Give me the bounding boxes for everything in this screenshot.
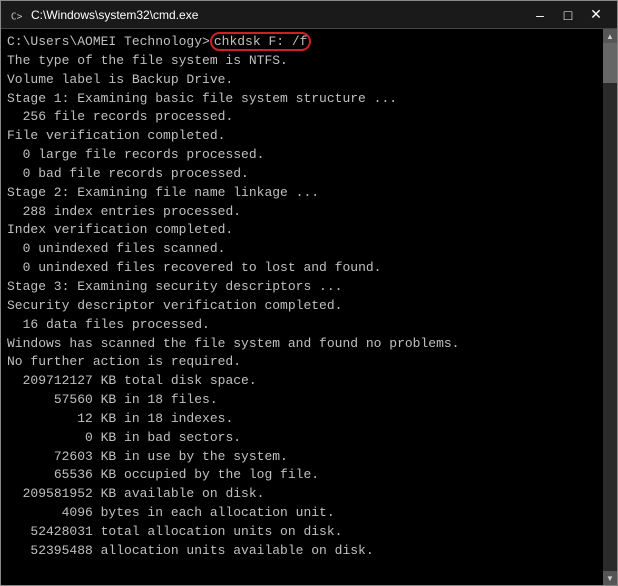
terminal-line: Stage 1: Examining basic file system str…	[7, 90, 597, 109]
title-bar: C> C:\Windows\system32\cmd.exe – □ ✕	[1, 1, 617, 29]
terminal-line: 57560 KB in 18 files.	[7, 391, 597, 410]
cmd-icon: C>	[9, 7, 25, 23]
terminal-line: 209712127 KB total disk space.	[7, 372, 597, 391]
scrollbar-thumb[interactable]	[603, 43, 617, 83]
terminal-line: 0 KB in bad sectors.	[7, 429, 597, 448]
terminal-line: No further action is required.	[7, 353, 597, 372]
terminal-line: File verification completed.	[7, 127, 597, 146]
scroll-down-button[interactable]: ▼	[603, 571, 617, 585]
terminal-line: 65536 KB occupied by the log file.	[7, 466, 597, 485]
terminal-line: 12 KB in 18 indexes.	[7, 410, 597, 429]
command-text: chkdsk F: /f	[210, 32, 312, 51]
maximize-button[interactable]: □	[555, 5, 581, 25]
prompt-text: C:\Users\AOMEI Technology>	[7, 34, 210, 49]
minimize-button[interactable]: –	[527, 5, 553, 25]
terminal-line: 52395488 allocation units available on d…	[7, 542, 597, 561]
terminal-line: Volume label is Backup Drive.	[7, 71, 597, 90]
svg-text:C>: C>	[11, 11, 23, 22]
terminal-line: Security descriptor verification complet…	[7, 297, 597, 316]
close-button[interactable]: ✕	[583, 5, 609, 25]
terminal-line: Stage 2: Examining file name linkage ...	[7, 184, 597, 203]
scrollbar[interactable]: ▲ ▼	[603, 29, 617, 585]
terminal-line: 16 data files processed.	[7, 316, 597, 335]
scroll-up-button[interactable]: ▲	[603, 29, 617, 43]
cmd-window: C> C:\Windows\system32\cmd.exe – □ ✕ C:\…	[0, 0, 618, 586]
terminal-line: 72603 KB in use by the system.	[7, 448, 597, 467]
terminal-lines: The type of the file system is NTFS.Volu…	[7, 52, 597, 561]
scrollbar-track[interactable]	[603, 43, 617, 571]
terminal-line: 256 file records processed.	[7, 108, 597, 127]
terminal-line: 288 index entries processed.	[7, 203, 597, 222]
terminal-line: Index verification completed.	[7, 221, 597, 240]
terminal-output[interactable]: C:\Users\AOMEI Technology>chkdsk F: /f T…	[1, 29, 603, 585]
terminal-line: 0 unindexed files scanned.	[7, 240, 597, 259]
terminal-line: 209581952 KB available on disk.	[7, 485, 597, 504]
terminal-line: 52428031 total allocation units on disk.	[7, 523, 597, 542]
terminal-line: Windows has scanned the file system and …	[7, 335, 597, 354]
terminal-line: Stage 3: Examining security descriptors …	[7, 278, 597, 297]
content-area: C:\Users\AOMEI Technology>chkdsk F: /f T…	[1, 29, 617, 585]
window-controls: – □ ✕	[527, 5, 609, 25]
terminal-line: 4096 bytes in each allocation unit.	[7, 504, 597, 523]
terminal-line: The type of the file system is NTFS.	[7, 52, 597, 71]
prompt-line: C:\Users\AOMEI Technology>chkdsk F: /f	[7, 33, 597, 52]
terminal-line: 0 large file records processed.	[7, 146, 597, 165]
terminal-line: 0 unindexed files recovered to lost and …	[7, 259, 597, 278]
window-title: C:\Windows\system32\cmd.exe	[31, 8, 527, 22]
terminal-line: 0 bad file records processed.	[7, 165, 597, 184]
